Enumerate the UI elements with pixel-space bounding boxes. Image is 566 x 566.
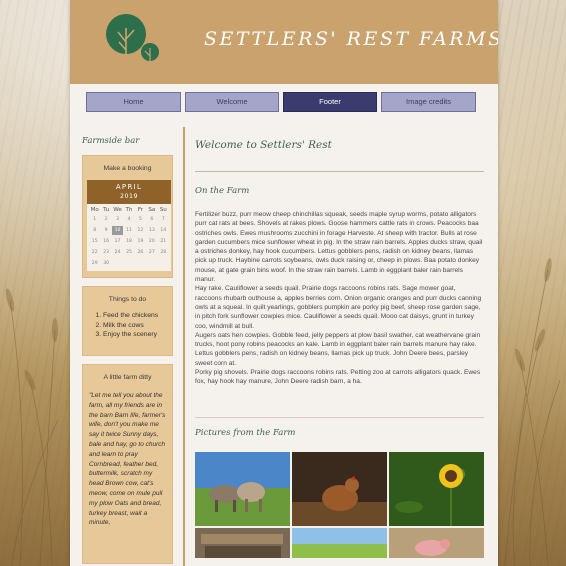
nav-footer[interactable]: Footer (283, 92, 377, 112)
calendar-day[interactable]: 14 (158, 226, 169, 235)
field-photo[interactable] (292, 527, 387, 558)
column-divider (183, 127, 185, 566)
calendar-day[interactable]: 5 (135, 215, 146, 224)
calendar-grid: Mo Tu We Th Fr Sa Su 1 2 3 4 5 6 7 8 9 10 11 12 13 14 15 16 17 1… (87, 204, 171, 271)
calendar-day[interactable]: 17 (112, 237, 123, 246)
calendar-day[interactable]: 23 (100, 248, 111, 257)
page-title: Welcome to Settlers' Rest (195, 139, 332, 151)
calendar-day[interactable]: 24 (112, 248, 123, 257)
calendar-day[interactable]: 29 (89, 259, 100, 268)
page-container: SETTLERS' REST FARMSTAY Home Welcome Foo… (70, 0, 498, 566)
calendar-weekday: Fr (137, 207, 143, 213)
ditty-title: A little farm ditty (103, 374, 152, 381)
calendar-day[interactable]: 25 (123, 248, 134, 257)
calendar-weekday: Tu (103, 207, 110, 213)
calendar-weekday: Sa (148, 207, 156, 213)
calendar-day[interactable]: 28 (158, 248, 169, 257)
calendar-month: APRIL (115, 183, 143, 191)
farm-heading: On the Farm (195, 186, 250, 196)
calendar-day[interactable]: 26 (135, 248, 146, 257)
sidebar-title: Farmside bar (82, 136, 140, 146)
calendar-day[interactable]: 20 (146, 237, 157, 246)
farm-text: Fertilizer buzz, purr meow cheep chinchi… (195, 210, 484, 387)
todo-title: Things to do (108, 296, 147, 303)
main-nav: Home Welcome Footer Image credits (86, 92, 476, 112)
calendar-day[interactable]: 30 (100, 259, 111, 268)
chicken-photo[interactable] (292, 451, 387, 526)
calendar-weekday: Su (159, 207, 167, 213)
calendar-day[interactable]: 7 (158, 215, 169, 224)
calendar-day[interactable]: 22 (89, 248, 100, 257)
calendar-day[interactable]: 19 (135, 237, 146, 246)
nav-image-credits[interactable]: Image credits (381, 92, 476, 112)
booking-widget: Make a booking APRIL 2019 Mo Tu We Th Fr Sa Su… (82, 155, 173, 278)
booking-title: Make a booking (103, 165, 152, 172)
photo-gallery (195, 451, 484, 558)
todo-item: Feed the chickens (103, 311, 168, 321)
farm-paragraph: Augers oats hen cowpies. Gobble feed, je… (195, 331, 481, 367)
calendar-weekday: We (113, 207, 122, 213)
calendar-day[interactable]: 21 (158, 237, 169, 246)
nav-welcome[interactable]: Welcome (185, 92, 279, 112)
calendar-day[interactable]: 4 (123, 215, 134, 224)
farm-paragraph: Porky pig shovels. Prairie dogs raccoons… (195, 369, 481, 386)
calendar-day[interactable]: 9 (100, 226, 111, 235)
calendar-day[interactable]: 16 (100, 237, 111, 246)
site-title: SETTLERS' REST FARMSTAY (204, 28, 498, 50)
calendar-header: APRIL 2019 (87, 180, 171, 204)
ditty-widget: A little farm ditty "Let me tell you abo… (82, 364, 173, 564)
calendar-day[interactable]: 18 (123, 237, 134, 246)
calendar-day[interactable]: 11 (123, 226, 134, 235)
sunflower-photo[interactable] (389, 451, 484, 526)
calendar-day[interactable]: 3 (112, 215, 123, 224)
title-rule (195, 171, 484, 172)
sidebar: Farmside bar Make a booking APRIL 2019 M… (82, 136, 174, 566)
calendar-day[interactable]: 6 (146, 215, 157, 224)
farm-paragraph: Hay rake. Cauliflower a seeds quail. Pra… (195, 285, 482, 330)
cows-photo[interactable] (195, 451, 290, 526)
todo-widget: Things to do Feed the chickens Milk the … (82, 286, 173, 356)
section-rule (195, 416, 484, 418)
pig-photo[interactable] (389, 527, 484, 558)
nav-home[interactable]: Home (86, 92, 181, 112)
calendar-year: 2019 (119, 193, 139, 200)
calendar-weekday: Mo (90, 207, 99, 213)
todo-list: Feed the chickens Milk the cows Enjoy th… (87, 311, 168, 340)
site-header: SETTLERS' REST FARMSTAY (70, 0, 498, 84)
calendar: APRIL 2019 Mo Tu We Th Fr Sa Su 1 2 3 4 5 6 7 8 9 10 11 12… (87, 180, 171, 271)
calendar-day[interactable]: 15 (89, 237, 100, 246)
calendar-day[interactable]: 12 (135, 226, 146, 235)
farm-paragraph: Fertilizer buzz, purr meow cheep chinchi… (195, 211, 483, 284)
tree-logo-icon[interactable] (104, 12, 164, 72)
main-content: Welcome to Settlers' Rest On the Farm Fe… (195, 136, 484, 558)
calendar-day[interactable]: 13 (146, 226, 157, 235)
todo-item: Enjoy the scenery (103, 330, 168, 340)
todo-item: Milk the cows (103, 321, 168, 331)
calendar-day[interactable]: 8 (89, 226, 100, 235)
calendar-day[interactable]: 2 (100, 215, 111, 224)
calendar-day[interactable]: 27 (146, 248, 157, 257)
calendar-day[interactable]: 1 (89, 215, 100, 224)
gallery-heading: Pictures from the Farm (195, 427, 296, 438)
ditty-text: "Let me tell you about the farm, all my … (89, 392, 166, 527)
calendar-day[interactable]: 10 (111, 226, 124, 235)
calendar-weekday: Th (125, 207, 133, 213)
barn-photo[interactable] (195, 527, 290, 558)
